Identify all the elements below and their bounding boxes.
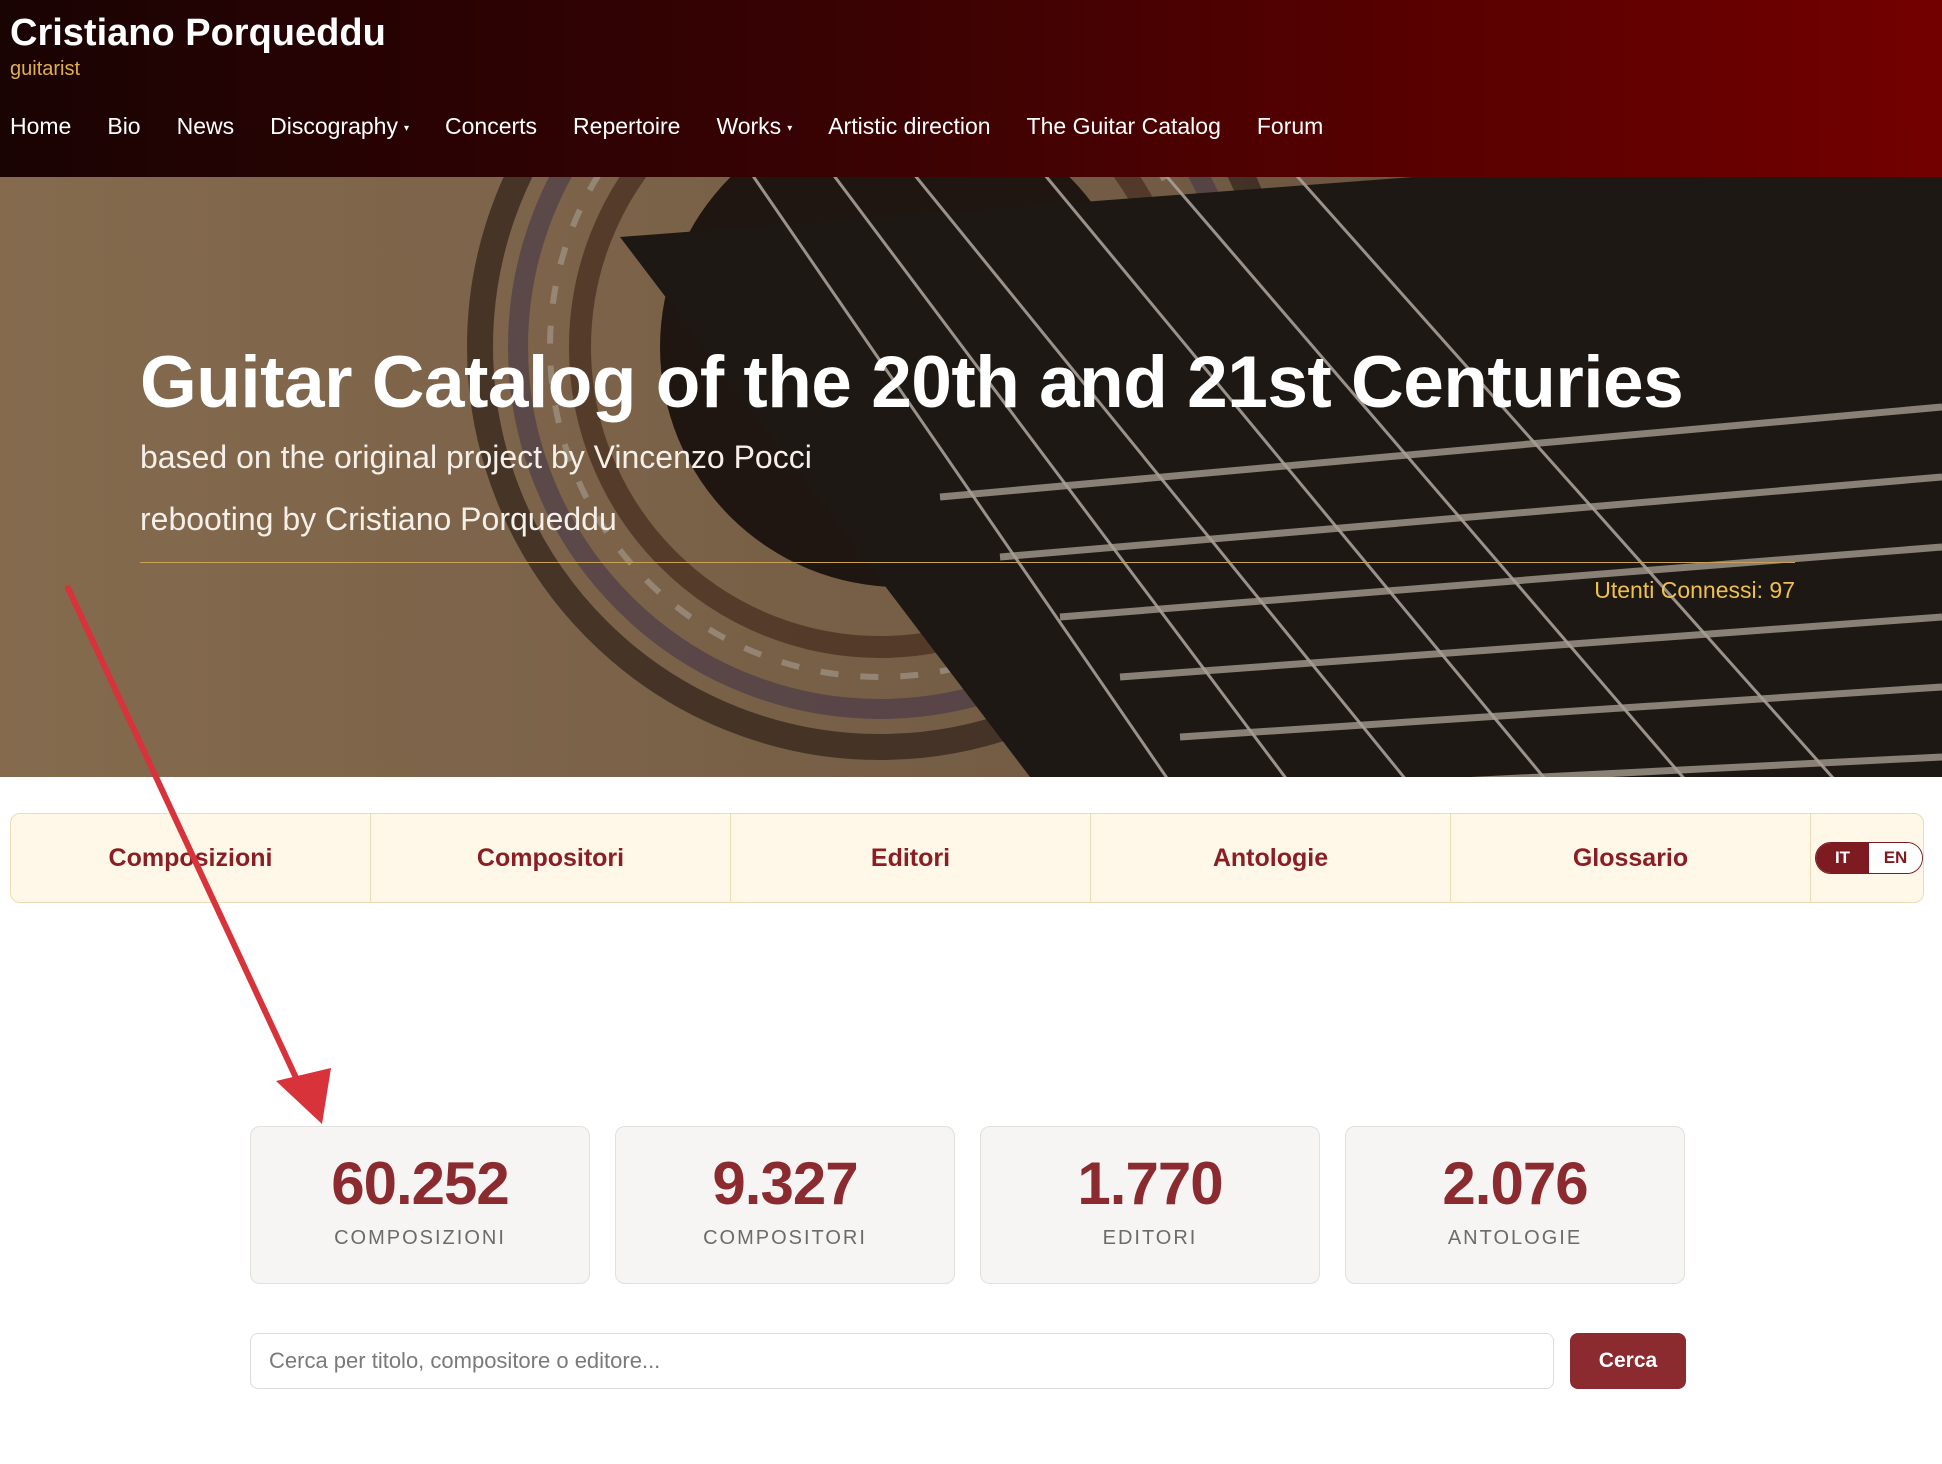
nav-item-home[interactable]: Home — [10, 113, 71, 140]
catalog-tabs: Composizioni Compositori Editori Antolog… — [10, 813, 1924, 903]
stat-card-antologie: 2.076 ANTOLOGIE — [1345, 1126, 1685, 1284]
site-subtitle: guitarist — [10, 58, 81, 80]
nav-label-home: Home — [10, 112, 72, 139]
stat-card-editori: 1.770 EDITORI — [980, 1126, 1320, 1284]
stat-label: ANTOLOGIE — [1447, 1227, 1583, 1249]
tab-composizioni[interactable]: Composizioni — [11, 814, 371, 902]
caret-down-icon: ▾ — [403, 122, 409, 134]
hero-title: Guitar Catalog of the 20th and 21st Cent… — [140, 342, 1684, 423]
nav-label-concerts: Concerts — [445, 112, 538, 139]
nav-item-concerts[interactable]: Concerts — [445, 113, 537, 140]
nav-label-news: News — [176, 112, 235, 139]
hero-credit-reboot: rebooting by Cristiano Porqueddu — [140, 501, 617, 537]
nav-item-forum[interactable]: Forum — [1257, 113, 1323, 140]
nav-item-repertoire[interactable]: Repertoire — [573, 113, 680, 140]
caret-down-icon: ▾ — [787, 122, 793, 134]
tab-compositori[interactable]: Compositori — [371, 814, 731, 902]
lang-it-button[interactable]: IT — [1816, 843, 1869, 873]
nav-label-artistic-direction: Artistic direction — [828, 112, 991, 139]
tab-editori[interactable]: Editori — [731, 814, 1091, 902]
stat-label: COMPOSIZIONI — [334, 1227, 506, 1249]
site-header: Cristiano Porqueddu guitarist Home Bio N… — [0, 0, 1942, 177]
stat-value: 9.327 — [712, 1150, 858, 1217]
nav-item-news[interactable]: News — [177, 113, 235, 140]
stat-label: EDITORI — [1102, 1227, 1198, 1249]
lang-en-button[interactable]: EN — [1869, 843, 1922, 873]
hero-banner: Guitar Catalog of the 20th and 21st Cent… — [0, 177, 1942, 777]
nav-label-works: Works — [716, 112, 782, 139]
stat-card-composizioni: 60.252 COMPOSIZIONI — [250, 1126, 590, 1284]
stat-card-compositori: 9.327 COMPOSITORI — [615, 1126, 955, 1284]
site-title[interactable]: Cristiano Porqueddu — [10, 12, 386, 55]
hero-overlay — [0, 177, 1942, 777]
online-users-count: Utenti Connessi: 97 — [1594, 577, 1795, 603]
search-input[interactable] — [250, 1333, 1554, 1389]
stat-label: COMPOSITORI — [703, 1227, 867, 1249]
stat-value: 60.252 — [331, 1150, 510, 1217]
nav-label-forum: Forum — [1256, 112, 1324, 139]
stat-value: 2.076 — [1442, 1150, 1588, 1217]
nav-label-repertoire: Repertoire — [573, 112, 681, 139]
nav-label-guitar-catalog: The Guitar Catalog — [1026, 112, 1221, 139]
stat-value: 1.770 — [1077, 1150, 1223, 1217]
tab-antologie[interactable]: Antologie — [1091, 814, 1451, 902]
nav-item-guitar-catalog[interactable]: The Guitar Catalog — [1027, 113, 1221, 140]
nav-item-works[interactable]: Works ▾ — [716, 113, 792, 140]
nav-item-discography[interactable]: Discography ▾ — [270, 113, 409, 140]
main-nav: Home Bio News Discography ▾ Concerts Repe… — [10, 112, 1359, 140]
nav-item-artistic-direction[interactable]: Artistic direction — [828, 113, 990, 140]
tab-glossario[interactable]: Glossario — [1451, 814, 1811, 902]
nav-label-discography: Discography — [270, 112, 398, 139]
nav-label-bio: Bio — [107, 112, 141, 139]
language-toggle: IT EN — [1815, 842, 1923, 874]
language-switcher-wrap: IT EN — [1811, 814, 1923, 902]
hero-credit-original: based on the original project by Vincenz… — [140, 439, 812, 475]
hero-divider — [140, 562, 1795, 563]
search-button[interactable]: Cerca — [1570, 1333, 1686, 1389]
nav-item-bio[interactable]: Bio — [107, 113, 140, 140]
